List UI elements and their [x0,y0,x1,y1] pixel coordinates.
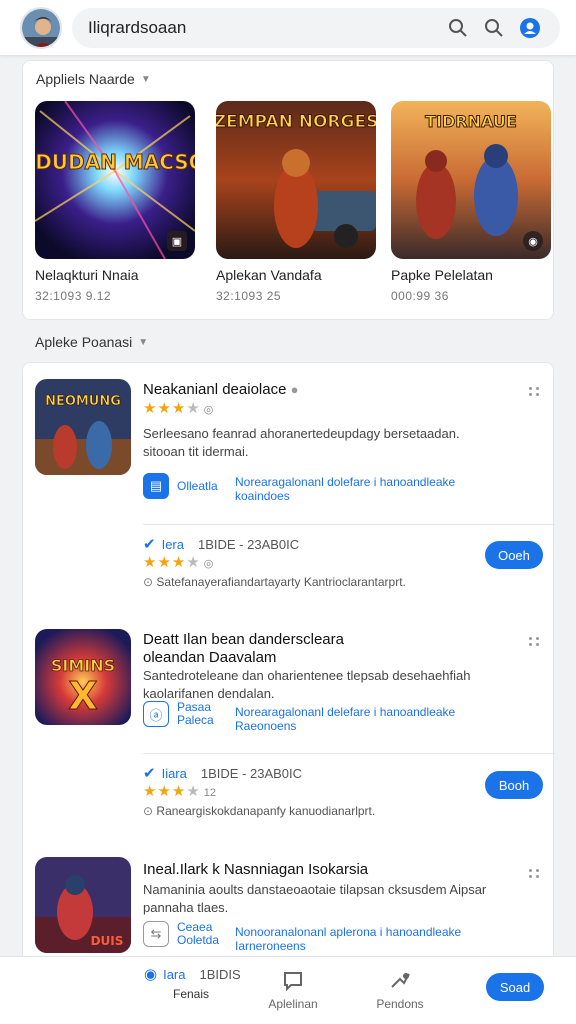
badge-icon: ◉ [523,231,543,251]
more-options-icon[interactable] [527,633,541,649]
chevron-down-icon: ▼ [138,336,149,348]
app-thumbnail: SIMINS X [35,629,131,725]
rating-stars: ★★★★ 12 [143,783,217,800]
featured-app[interactable]: TADUDAN MACSON ▣ Nelaqkturi Nnaia 32:109… [35,101,195,303]
app-description: Santedroteleane dan oharientenee tlepsab… [143,668,471,701]
app-store-icon: ▤ [143,473,169,499]
verified-icon: ◉ [144,966,158,983]
art-title: ZEMPAN NORGES [216,112,376,132]
developer-link[interactable]: ⇆ Ceaea Ooletda Nonooranalonanl aplerona… [143,921,475,953]
more-options-icon[interactable] [527,865,541,881]
app-thumbnail: NEOMUNG [35,379,131,475]
link-text: Norearagalonanl delefare i hanoandleake … [235,705,456,733]
svg-text:SIMINS: SIMINS [51,656,115,675]
verified-label: Iiara [161,765,187,781]
send-button[interactable]: Soad [486,973,544,1001]
verified-info: ◉ Iara 1BIDIS [144,965,241,983]
more-options-icon[interactable] [527,383,541,399]
nav-item-home[interactable]: Fenais [146,987,236,1001]
info-icon: ⊙ [143,804,154,818]
app-description: Serleesano feanrad ahoranertedeupdagy be… [143,426,460,459]
app-title-text: Neakanianl deaiolace [143,381,287,398]
section-title: Apleke Poanasi [35,334,133,350]
badge-icon: ▣ [167,231,187,251]
verified-info: ✔ Iera 1BIDE - 23AB0IC [143,535,299,553]
app-thumbnail: ZEMPAN NORGES [216,101,376,259]
svg-text:X: X [68,674,97,718]
featured-app[interactable]: TIDRNAUE ◉ Papke Pelelatan 000:99 36 [391,101,551,303]
divider [143,753,555,754]
developer-link[interactable]: ⓐ Pasaa Paleca Norearagalonanl delefare … [143,701,475,733]
search-icon[interactable] [440,14,476,42]
rating-stars: ★★★★ ◎ [143,400,214,417]
version-meta: 1BIDE - 23AB0IC [197,536,300,552]
verified-label: Iera [161,536,184,552]
link-text: Nonooranalonanl aplerona i hanoandleake … [235,925,462,953]
avatar[interactable] [20,6,62,49]
search-bar[interactable]: Iliqrardsoaan [72,7,560,48]
app-name: Nelaqkturi Nnaia [35,267,139,283]
version-meta: 1BIDE - 23AB0IC [200,765,303,781]
app-meta: 32:1093 9.12 [35,289,112,303]
account-icon[interactable] [512,14,548,42]
pin-icon: ● [290,382,299,397]
section-header[interactable]: Apleke Poanasi ▼ [35,334,148,350]
verified-icon: ✔ [143,765,156,782]
art-title: TIDRNAUE [425,112,517,131]
app-summary: ⊙ Satefanayerafiandartayarty Kantrioclar… [143,575,406,589]
nav-label: Aplelinan [268,997,318,1011]
install-button[interactable]: Ooeh [485,541,543,569]
developer-link[interactable]: ▤ Olleatla Norearagalonanl dolefare i ha… [143,473,475,503]
featured-card: Appliels Naarde ▼ TADUDAN MACSON ▣ Nelaq… [22,60,554,320]
app-meta: 000:99 36 [391,289,449,303]
chat-icon [248,969,338,993]
link-label: Ceaea Ooletda [177,920,220,947]
app-title: Ineal.Ilark k Nasnniagan Isokarsia [143,861,369,878]
app-title: Neakanianl deaiolace ● [143,381,298,398]
app-meta: 32:1093 25 [216,289,282,303]
art-title: NEOMUNG [45,394,121,409]
nav-item-updates[interactable]: Pendons [355,969,445,1011]
app-thumbnail: TIDRNAUE ◉ [391,101,551,259]
app-name: Papke Pelelatan [391,267,493,283]
summary-text: Satefanayerafiandartayarty Kantrioclaran… [156,575,406,589]
search-icon[interactable] [476,14,512,42]
verified-icon: ✔ [143,536,156,553]
chevron-down-icon: ▼ [140,73,151,85]
link-text: Norearagalonanl dolefare i hanoandleake … [235,475,456,503]
summary-text: Raneargiskokdanapanfy kanuodianarlprt. [156,804,376,818]
section-header[interactable]: Appliels Naarde ▼ [36,71,151,87]
compare-icon: ⇆ [143,921,169,947]
app-summary: ⊙ Raneargiskokdanapanfy kanuodianarlprt. [143,804,375,818]
app-subtitle: oleandan Daavalam [143,649,277,666]
art-title: TADUDAN MACSON [35,150,195,174]
featured-app[interactable]: ZEMPAN NORGES Aplekan Vandafa 32:1093 25 [216,101,376,303]
app-description: Namaninia aoults danstaeoaotaie tilapsan… [143,882,487,915]
nav-label: Fenais [172,987,210,1001]
app-thumbnail: TADUDAN MACSON ▣ [35,101,195,259]
send-icon [355,969,445,993]
verified-label: Iara [163,966,186,982]
link-label: Olleatla [177,479,218,493]
app-title: Deatt Ilan bean danderscleara [143,631,344,648]
app-name: Aplekan Vandafa [216,267,322,283]
art-title: DUIS [91,934,124,948]
link-label: Pasaa Paleca [177,700,214,727]
info-icon: ⓐ [143,701,169,727]
info-icon: ⊙ [143,575,154,589]
bottom-navigation: ◉ Iara 1BIDIS Fenais Aplelinan Pendons S… [0,956,576,1024]
app-thumbnail: DUIS [35,857,131,953]
install-button[interactable]: Booh [485,771,543,799]
popular-list: NEOMUNG Neakanianl deaiolace ● ★★★★ ◎ Ser… [22,362,555,962]
verified-info: ✔ Iiara 1BIDE - 23AB0IC [143,764,302,782]
search-input[interactable]: Iliqrardsoaan [88,18,440,38]
top-bar: Iliqrardsoaan [0,0,576,56]
rating-stars: ★★★★ ◎ [143,554,214,571]
nav-label: Pendons [376,997,424,1011]
nav-item-apps[interactable]: Aplelinan [248,969,338,1011]
divider [143,524,555,525]
section-title: Appliels Naarde [36,71,135,87]
version-meta: 1BIDIS [199,966,241,982]
